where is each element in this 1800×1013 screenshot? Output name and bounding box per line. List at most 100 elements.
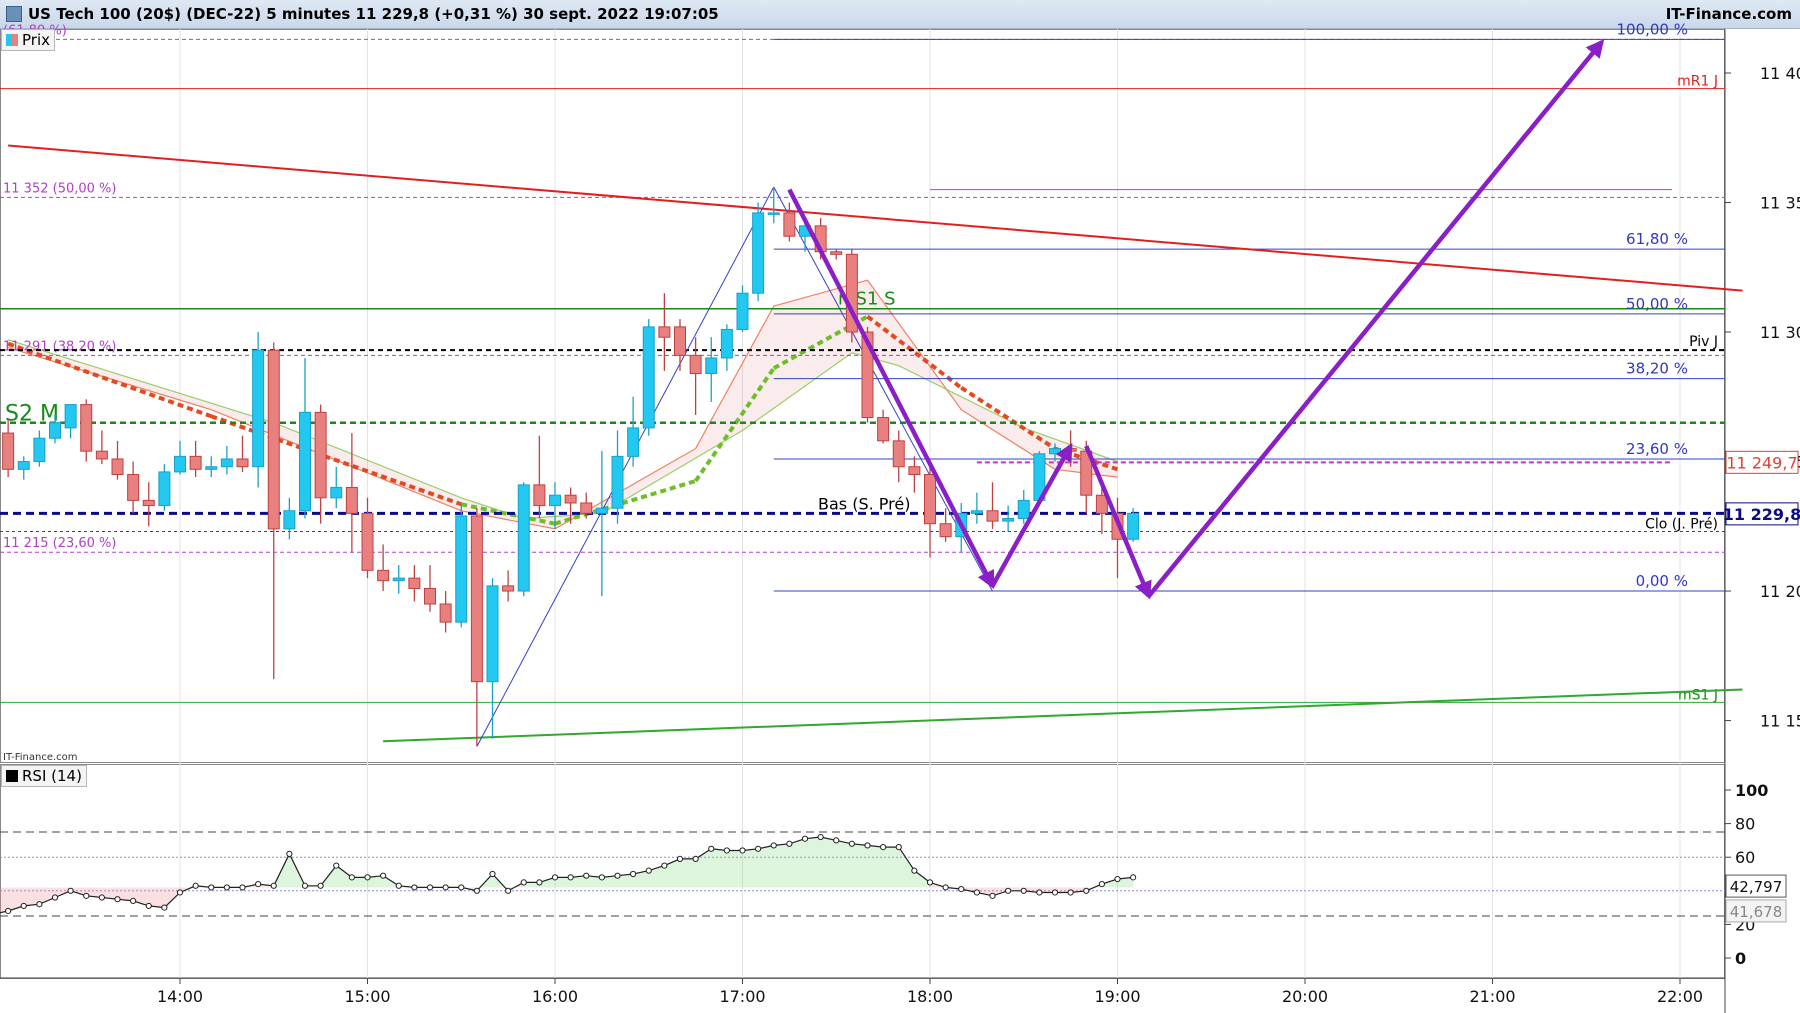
rsi-point bbox=[676, 855, 684, 862]
rsi-point bbox=[723, 847, 730, 854]
y-tick-label: 11 200 bbox=[1760, 582, 1800, 601]
rsi-point bbox=[239, 884, 246, 891]
candle-body bbox=[767, 212, 780, 215]
candle-body bbox=[627, 427, 640, 457]
projection-arrow bbox=[990, 442, 1073, 587]
rsi-point bbox=[551, 874, 559, 881]
rsi-point bbox=[614, 872, 621, 879]
candle-body bbox=[127, 473, 140, 501]
rsi-point bbox=[989, 892, 996, 899]
y-tick-label: 11 150 bbox=[1760, 712, 1800, 731]
candle-body bbox=[1049, 448, 1061, 455]
rsi-y-tick-label: 100 bbox=[1735, 781, 1768, 800]
candle-body bbox=[64, 404, 77, 429]
rsi-point bbox=[51, 894, 59, 901]
candle-body bbox=[658, 326, 671, 338]
price-legend-label: Prix bbox=[22, 31, 50, 49]
candle-body bbox=[674, 326, 686, 356]
rsi-point bbox=[270, 882, 277, 889]
pivj-label: Piv J bbox=[1689, 334, 1718, 350]
rsi-point bbox=[880, 844, 887, 851]
chart-canvas[interactable]: 14:00 15:00 16:00 17:00 18:00 19:00 20:00 21:00… bbox=[0, 0, 1800, 1013]
trading-chart-window: US Tech 100 (20$) (DEC-22) 5 minutes 11 … bbox=[0, 0, 1800, 1013]
candle-body bbox=[2, 432, 15, 470]
candle-body bbox=[174, 455, 186, 473]
rsi-point bbox=[567, 874, 574, 881]
candle-body bbox=[720, 328, 733, 359]
rsi-fill-segment bbox=[664, 858, 680, 888]
rsi-point bbox=[1036, 889, 1043, 896]
rsi-point bbox=[286, 850, 293, 857]
candle-body bbox=[252, 349, 265, 468]
pivot-fib-label: 11 352 (50,00 %) bbox=[3, 181, 116, 196]
candle-body bbox=[642, 326, 655, 429]
rsi-point bbox=[1130, 874, 1137, 881]
rsi-fill-segment bbox=[711, 848, 727, 888]
candle-body bbox=[392, 577, 405, 582]
rsi-point bbox=[473, 887, 480, 894]
rsi-point bbox=[301, 882, 309, 889]
x-tick-label: 21:00 bbox=[1469, 987, 1515, 1006]
ma-slow-line bbox=[7, 339, 1118, 520]
candle-body bbox=[517, 484, 530, 592]
candle-body bbox=[1002, 518, 1015, 522]
price-legend[interactable]: Prix bbox=[1, 29, 55, 51]
rsi-point bbox=[739, 847, 746, 854]
rsi-point bbox=[708, 845, 715, 852]
rsi-fill-segment bbox=[789, 838, 805, 888]
candle-body bbox=[502, 585, 515, 592]
x-tick-label: 14:00 bbox=[157, 987, 203, 1006]
candle-body bbox=[549, 494, 561, 507]
rsi-point bbox=[1098, 880, 1105, 888]
rsi-point bbox=[426, 884, 434, 891]
rsi-fill-segment bbox=[758, 845, 774, 888]
rsi-point bbox=[395, 882, 402, 889]
rsi-legend[interactable]: RSI (14) bbox=[1, 765, 87, 787]
candle-body bbox=[95, 450, 108, 460]
candle-body bbox=[330, 486, 343, 499]
rsi-point bbox=[848, 840, 855, 847]
fib-level-label: 0,00 % bbox=[1636, 572, 1688, 590]
candle-body bbox=[939, 523, 952, 538]
candle-body bbox=[283, 510, 296, 530]
rsi-point bbox=[801, 835, 809, 842]
candle-body bbox=[470, 515, 483, 683]
y-tick-label: 11 300 bbox=[1760, 323, 1800, 342]
rsi-point bbox=[83, 892, 90, 899]
rsi-point bbox=[411, 884, 418, 891]
trend-line-swing-up bbox=[476, 186, 775, 747]
rsi-point bbox=[536, 879, 543, 886]
rsi-point bbox=[1005, 887, 1012, 894]
candle-body bbox=[924, 473, 936, 525]
x-tick-label: 22:00 bbox=[1657, 987, 1703, 1006]
rsi-point bbox=[130, 897, 137, 904]
rsi-fill-segment bbox=[836, 840, 852, 888]
rsi-point bbox=[348, 874, 355, 881]
candle-body bbox=[783, 212, 796, 237]
fib-level-label: 61,80 % bbox=[1626, 230, 1688, 248]
candle-body bbox=[299, 411, 311, 512]
rsi-point bbox=[161, 904, 168, 911]
rsi-point bbox=[489, 870, 496, 878]
candle-body bbox=[267, 349, 280, 530]
candle-body bbox=[314, 411, 327, 499]
candle-body bbox=[111, 458, 124, 475]
rsi-point bbox=[380, 872, 387, 879]
x-tick-label: 18:00 bbox=[907, 987, 953, 1006]
ma-band-fill bbox=[8, 280, 1118, 529]
candle-body bbox=[830, 251, 843, 255]
rsi-point bbox=[942, 884, 949, 891]
candle-body bbox=[205, 466, 218, 470]
rsi-point bbox=[630, 870, 637, 878]
mr1j-label: mR1 J bbox=[1677, 74, 1718, 90]
rsi-fill-segment bbox=[851, 843, 868, 888]
candle-body bbox=[705, 357, 718, 374]
price-tag-label: 11 249,7 bbox=[1726, 453, 1797, 472]
candle-body bbox=[361, 512, 374, 571]
rsi-point bbox=[598, 874, 605, 881]
candle-body bbox=[408, 577, 421, 589]
candle-body bbox=[611, 455, 624, 509]
candle-body bbox=[1127, 512, 1140, 540]
rsi-point bbox=[911, 867, 918, 874]
rsi-legend-label: RSI (14) bbox=[22, 767, 82, 785]
